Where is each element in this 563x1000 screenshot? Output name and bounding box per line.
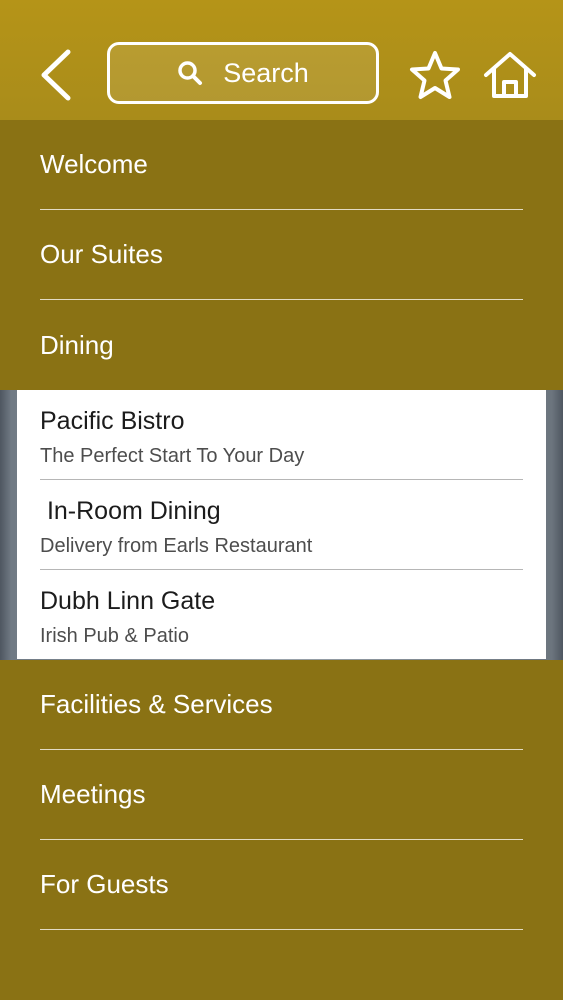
menu-item-for-guests[interactable]: For Guests — [40, 840, 523, 930]
submenu-item-description: The Perfect Start To Your Day — [40, 445, 305, 467]
menu-item-label: Our Suites — [40, 239, 163, 269]
star-icon — [410, 51, 460, 99]
home-icon — [484, 52, 536, 98]
home-button[interactable] — [482, 48, 538, 104]
menu-lower-section: Facilities & Services Meetings For Guest… — [0, 660, 563, 1000]
menu-item-label: Dining — [40, 329, 114, 360]
menu-item-our-suites[interactable]: Our Suites — [40, 210, 523, 300]
menu-item-label: Facilities & Services — [40, 689, 273, 719]
search-icon — [177, 60, 203, 86]
back-chevron-icon — [41, 49, 71, 101]
menu-item-meetings[interactable]: Meetings — [40, 750, 523, 840]
search-field[interactable]: Search — [107, 42, 379, 104]
submenu-item-dubh-linn-gate[interactable]: Dubh Linn Gate Irish Pub & Patio — [40, 570, 523, 660]
submenu-item-pacific-bistro[interactable]: Pacific Bistro The Perfect Start To Your… — [40, 390, 523, 480]
menu-item-label: For Guests — [40, 869, 169, 899]
menu-item-welcome[interactable]: Welcome — [40, 120, 523, 210]
back-button[interactable] — [30, 44, 86, 106]
submenu-item-title: In-Room Dining — [40, 497, 221, 525]
submenu-item-title: Pacific Bistro — [40, 407, 185, 435]
submenu-item-description: Irish Pub & Patio — [40, 625, 189, 647]
menu-item-dining[interactable]: Dining — [40, 300, 523, 390]
submenu-item-description: Delivery from Earls Restaurant — [40, 535, 313, 557]
menu-item-label: Welcome — [40, 149, 148, 179]
menu-item-facilities-services[interactable]: Facilities & Services — [40, 660, 523, 750]
top-bar: Search — [0, 0, 563, 120]
menu-item-label: Meetings — [40, 779, 146, 809]
menu-upper-section: Welcome Our Suites Dining — [0, 120, 563, 390]
submenu-item-title: Dubh Linn Gate — [40, 587, 216, 615]
submenu-item-in-room-dining[interactable]: In-Room Dining Delivery from Earls Resta… — [40, 480, 523, 570]
main-menu: Welcome Our Suites Dining Pacific Bistro… — [0, 120, 563, 1000]
favorites-button[interactable] — [407, 48, 463, 104]
search-label: Search — [223, 57, 309, 88]
dining-submenu: Pacific Bistro The Perfect Start To Your… — [17, 390, 546, 659]
